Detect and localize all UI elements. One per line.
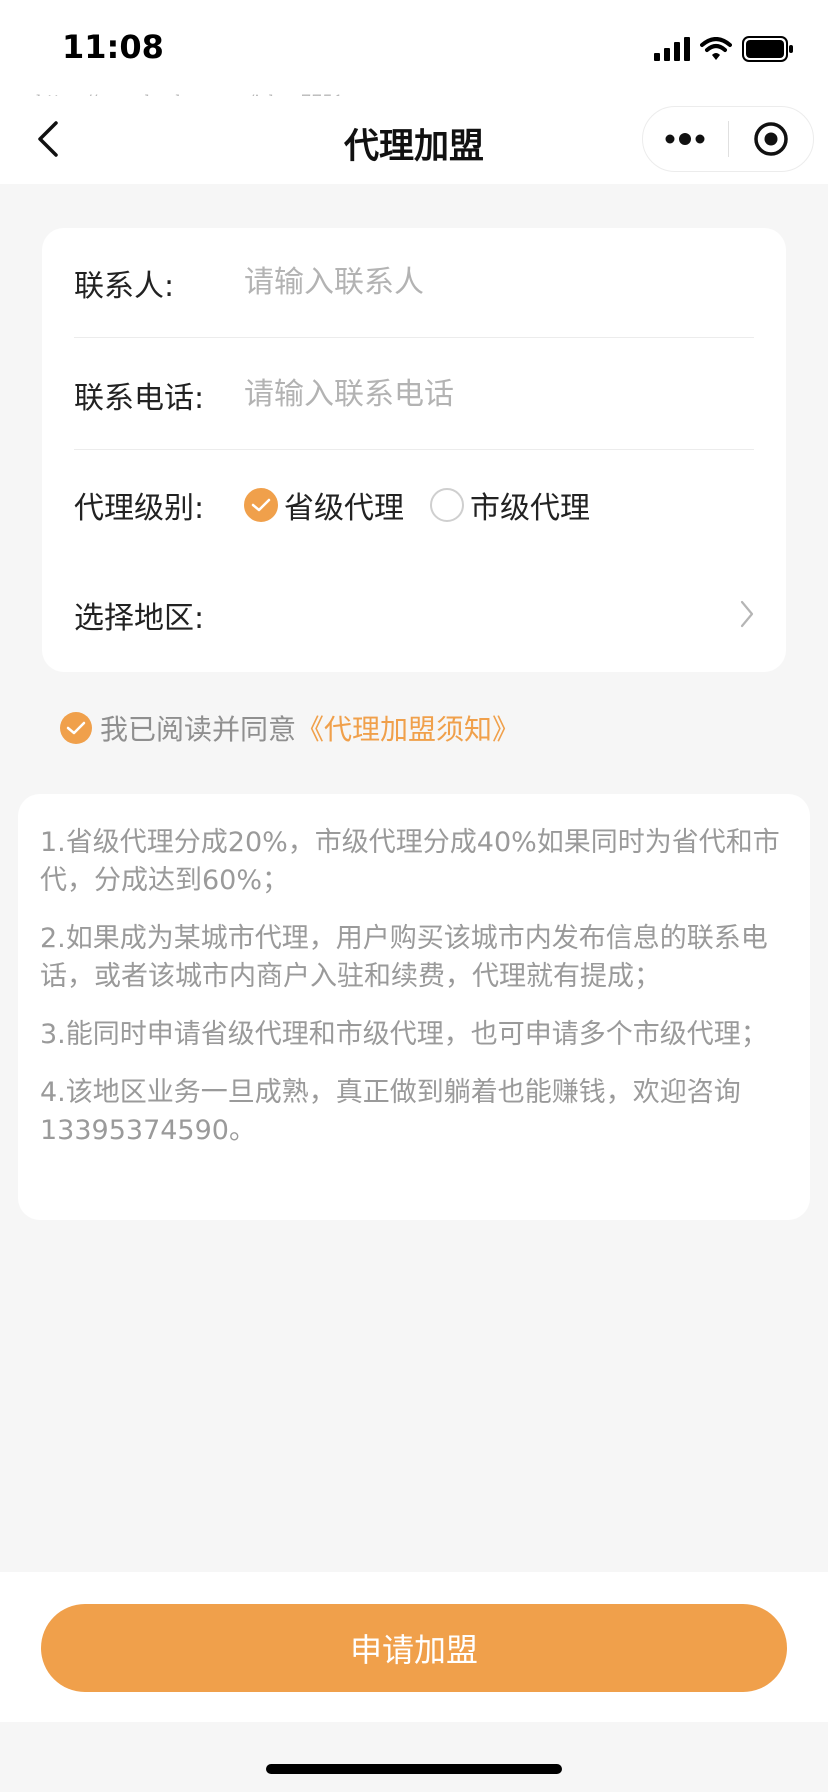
level-option-province[interactable]: 省级代理 [244, 483, 404, 527]
info-item: 2.如果成为某城市代理，用户购买该城市内发布信息的联系电话，或者该城市内商户入驻… [40, 923, 768, 992]
phone-row: 联系电话: [74, 340, 754, 450]
close-program-button[interactable] [729, 107, 814, 171]
level-option-label: 省级代理 [284, 491, 404, 526]
info-item: 1.省级代理分成20%，市级代理分成40%如果同时为省代和市代，分成达到60%； [40, 827, 780, 896]
agreement-row: 我已阅读并同意 《代理加盟须知》 [60, 708, 520, 748]
agreement-checkbox[interactable] [60, 712, 92, 744]
apply-button[interactable]: 申请加盟 [41, 1604, 787, 1692]
agreement-link[interactable]: 《代理加盟须知》 [296, 708, 520, 748]
mini-program-capsule [642, 106, 814, 172]
battery-icon [742, 36, 793, 62]
signal-icon [654, 37, 690, 61]
home-indicator [266, 1764, 562, 1774]
check-icon [251, 498, 271, 512]
agency-info-card: 1.省级代理分成20%，市级代理分成40%如果同时为省代和市代，分成达到60%；… [18, 794, 810, 1220]
contact-input[interactable] [244, 265, 754, 300]
agreement-text: 我已阅读并同意 [100, 713, 297, 746]
region-row[interactable]: 选择地区: [74, 560, 754, 670]
more-button[interactable] [643, 107, 728, 171]
status-time: 11:08 [62, 28, 164, 66]
level-row: 代理级别: 省级代理 市级代理 [74, 450, 754, 560]
level-option-city[interactable]: 市级代理 [430, 483, 590, 527]
chevron-right-icon [740, 600, 754, 632]
region-label: 选择地区: [74, 601, 205, 636]
info-item: 4.该地区业务一旦成熟，真正做到躺着也能赚钱，欢迎咨询13395374590。 [40, 1077, 741, 1146]
radio-unchecked-icon [430, 488, 464, 522]
info-item: 3.能同时申请省级代理和市级代理，也可申请多个市级代理； [40, 1019, 768, 1050]
more-dots-icon [665, 133, 705, 145]
status-bar: 11:08 [0, 0, 828, 96]
check-icon [66, 721, 86, 735]
level-option-label: 市级代理 [470, 491, 590, 526]
level-label: 代理级别: [74, 491, 205, 526]
contact-row: 联系人: [74, 228, 754, 338]
phone-input[interactable] [244, 377, 754, 412]
contact-label: 联系人: [74, 268, 175, 304]
phone-label: 联系电话: [74, 380, 205, 416]
nav-bar: 代理加盟 [0, 96, 828, 184]
application-form: 联系人: 联系电话: 代理级别: 省级代理 市级代理 选择地区: [42, 228, 786, 672]
bottom-bar: 申请加盟 [0, 1572, 828, 1722]
wifi-icon [700, 37, 732, 60]
radio-checked-icon [244, 488, 278, 522]
status-icons [654, 34, 794, 64]
target-circle-icon [754, 122, 788, 156]
